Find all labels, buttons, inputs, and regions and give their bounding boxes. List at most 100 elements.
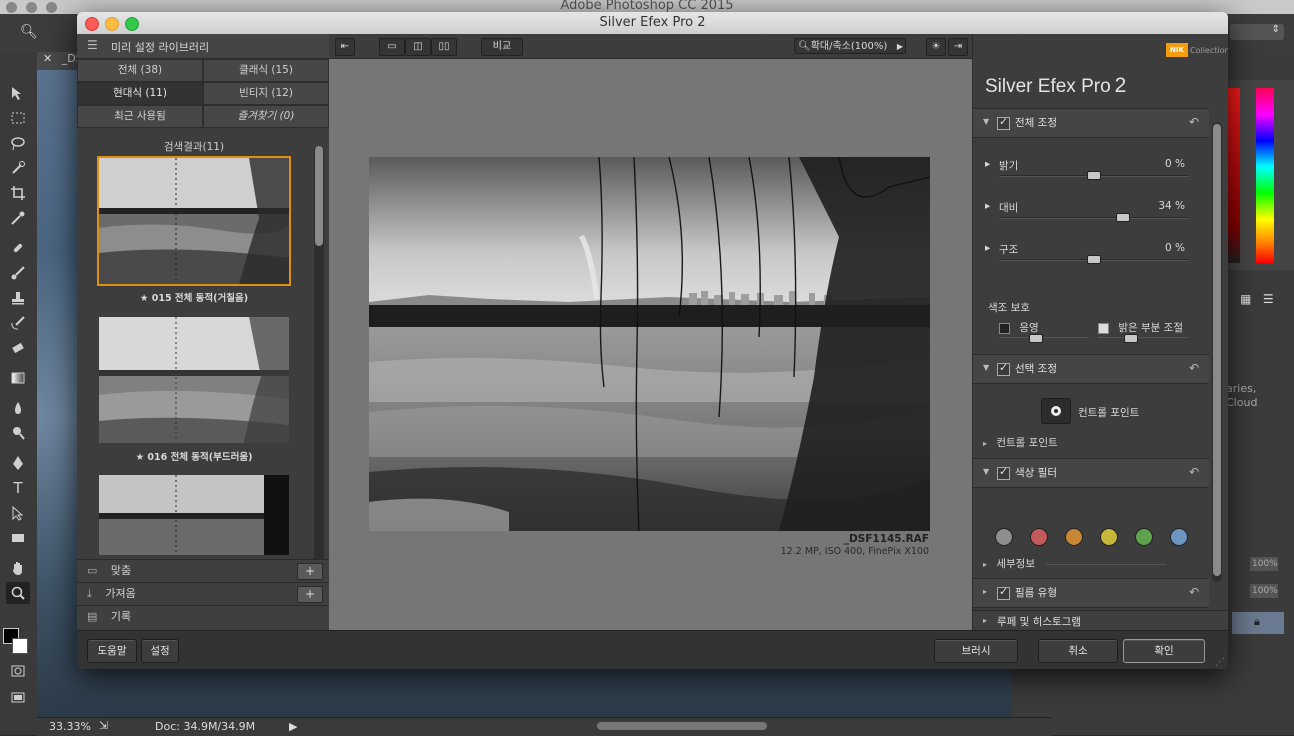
category-classic[interactable]: 클래식 (15)	[203, 59, 329, 82]
reset-icon[interactable]: ↶	[1189, 465, 1199, 479]
library-scrollbar[interactable]	[314, 146, 324, 566]
workspace-select[interactable]: ⇕	[1230, 24, 1284, 40]
contrast-knob[interactable]	[1116, 213, 1130, 222]
reset-icon[interactable]: ↶	[1189, 361, 1199, 375]
section-global-adjustments[interactable]: ▼ 전체 조정 ↶	[973, 108, 1209, 138]
zoom-button[interactable]	[125, 17, 139, 31]
preset-thumb-017[interactable]	[99, 475, 289, 555]
category-modern[interactable]: 현대식 (11)	[77, 82, 203, 105]
collapse-arrow-icon[interactable]: ▼	[983, 363, 989, 372]
category-favorites[interactable]: 즐겨찾기 (0)	[203, 105, 329, 128]
preset-thumb-016[interactable]	[99, 317, 289, 443]
gradient-tool-icon[interactable]	[6, 367, 30, 389]
structure-knob[interactable]	[1087, 255, 1101, 264]
color-hue-bar[interactable]	[1228, 88, 1240, 263]
expand-arrow-icon[interactable]: ▸	[983, 587, 987, 596]
filter-red-dot[interactable]	[1030, 528, 1048, 546]
ps-color-picker[interactable]	[1228, 80, 1294, 270]
adjustments-scrollbar-thumb[interactable]	[1213, 124, 1221, 576]
shadows-track[interactable]	[999, 337, 1089, 338]
marquee-tool-icon[interactable]	[6, 107, 30, 129]
side-by-side-view-icon[interactable]: ▯▯	[431, 38, 457, 56]
pen-tool-icon[interactable]	[6, 452, 30, 474]
fill-field[interactable]: 100%	[1250, 584, 1278, 598]
hand-tool-icon[interactable]	[6, 557, 30, 579]
brush-tool-icon[interactable]	[6, 262, 30, 284]
opacity-field[interactable]: 100%	[1250, 557, 1278, 571]
highlights-track[interactable]	[1098, 337, 1188, 338]
highlights-row[interactable]: 밝은 부분 조절	[1098, 320, 1228, 335]
expand-arrow-icon[interactable]: ▸	[983, 439, 987, 448]
global-adjust-checkbox[interactable]	[997, 115, 1010, 130]
expand-arrow-icon[interactable]: ▸	[983, 616, 987, 625]
filter-blue-dot[interactable]	[1170, 528, 1188, 546]
horizontal-scrollbar[interactable]	[597, 722, 767, 730]
screen-mode-icon[interactable]	[6, 687, 30, 709]
shadows-knob[interactable]	[1029, 334, 1043, 343]
status-menu-arrow-icon[interactable]: ▶	[289, 720, 297, 733]
healing-tool-icon[interactable]	[6, 237, 30, 259]
grid-view-icon[interactable]: ▦	[1240, 292, 1251, 306]
move-tool-icon[interactable]	[6, 82, 30, 104]
selective-adjust-checkbox[interactable]	[997, 361, 1010, 376]
contrast-track[interactable]	[999, 217, 1189, 219]
rectangle-tool-icon[interactable]	[6, 527, 30, 549]
history-brush-icon[interactable]	[6, 312, 30, 334]
brightness-knob[interactable]	[1087, 171, 1101, 180]
close-button[interactable]	[85, 17, 99, 31]
list-view-icon[interactable]: ☰	[1263, 292, 1274, 306]
split-view-icon[interactable]: ◫	[405, 38, 431, 56]
help-button[interactable]: 도움말	[87, 639, 137, 663]
section-selective-adjustments[interactable]: ▼ 선택 조정 ↶	[973, 354, 1209, 384]
category-recent[interactable]: 최근 사용됨	[77, 105, 203, 128]
zoom-dropdown[interactable]: 🔍︎확대/축소(100%) ▶	[794, 38, 906, 54]
library-list-icon[interactable]: ☰	[87, 38, 98, 52]
category-vintage[interactable]: 빈티지 (12)	[203, 82, 329, 105]
minimize-button[interactable]	[105, 17, 119, 31]
doc-tab-close-icon[interactable]: ✕	[43, 52, 52, 65]
section-film-type[interactable]: ▸ 필름 유형 ↶	[973, 578, 1209, 608]
add-control-point-button[interactable]	[1041, 398, 1071, 424]
lasso-tool-icon[interactable]	[6, 132, 30, 154]
filter-orange-dot[interactable]	[1065, 528, 1083, 546]
zoom-level[interactable]: 33.33%	[49, 720, 91, 733]
control-points-section[interactable]: ▸ 컨트롤 포인트	[983, 435, 1219, 450]
path-select-tool-icon[interactable]	[6, 502, 30, 524]
background-brightness-icon[interactable]: ☀	[926, 38, 946, 56]
zoom-tool-icon[interactable]	[6, 582, 30, 604]
contrast-expand-icon[interactable]: ▸	[985, 200, 990, 212]
toggle-right-panel-icon[interactable]: ⇥	[948, 38, 968, 56]
crop-tool-icon[interactable]	[6, 182, 30, 204]
view-toggle-icons[interactable]: ▦ ☰	[1240, 292, 1286, 314]
dodge-tool-icon[interactable]	[6, 422, 30, 444]
quick-select-tool-icon[interactable]	[6, 157, 30, 179]
collapse-arrow-icon[interactable]: ▼	[983, 467, 989, 476]
stamp-tool-icon[interactable]	[6, 287, 30, 309]
reset-icon[interactable]: ↶	[1189, 585, 1199, 599]
preset-thumb-015[interactable]	[97, 156, 291, 286]
filter-yellow-dot[interactable]	[1100, 528, 1118, 546]
settings-button[interactable]: 설정	[141, 639, 179, 663]
filter-green-dot[interactable]	[1135, 528, 1153, 546]
collapse-arrow-icon[interactable]: ▼	[983, 117, 989, 126]
eraser-tool-icon[interactable]	[6, 337, 30, 359]
eyedropper-tool-icon[interactable]	[6, 207, 30, 229]
zoom-tool-icon[interactable]: 🔍︎	[20, 24, 38, 40]
type-tool-icon[interactable]: T	[6, 477, 30, 499]
preview-area[interactable]: _DSF1145.RAF 12.2 MP, ISO 400, FinePix X…	[329, 59, 972, 630]
compare-button[interactable]: 비교	[481, 38, 523, 56]
section-history[interactable]: ▤ 기록	[77, 605, 329, 628]
adjustments-scrollbar[interactable]	[1212, 122, 1222, 582]
toggle-left-panel-icon[interactable]: ⇤	[335, 38, 355, 56]
section-loupe-histogram[interactable]: ▸ 루페 및 히스토그램	[973, 610, 1228, 632]
highlights-knob[interactable]	[1124, 334, 1138, 343]
layer-thumb[interactable]: 🔒︎	[1232, 612, 1284, 634]
ok-button[interactable]: 확인	[1123, 639, 1205, 663]
background-color-swatch[interactable]	[12, 638, 28, 654]
filter-neutral-dot[interactable]	[995, 528, 1013, 546]
section-color-filter[interactable]: ▼ 색상 필터 ↶	[973, 458, 1209, 488]
film-type-checkbox[interactable]	[997, 585, 1010, 600]
add-import-button[interactable]: +	[297, 586, 323, 603]
single-view-icon[interactable]: ▭	[379, 38, 405, 56]
brush-button[interactable]: 브러시	[934, 639, 1018, 663]
